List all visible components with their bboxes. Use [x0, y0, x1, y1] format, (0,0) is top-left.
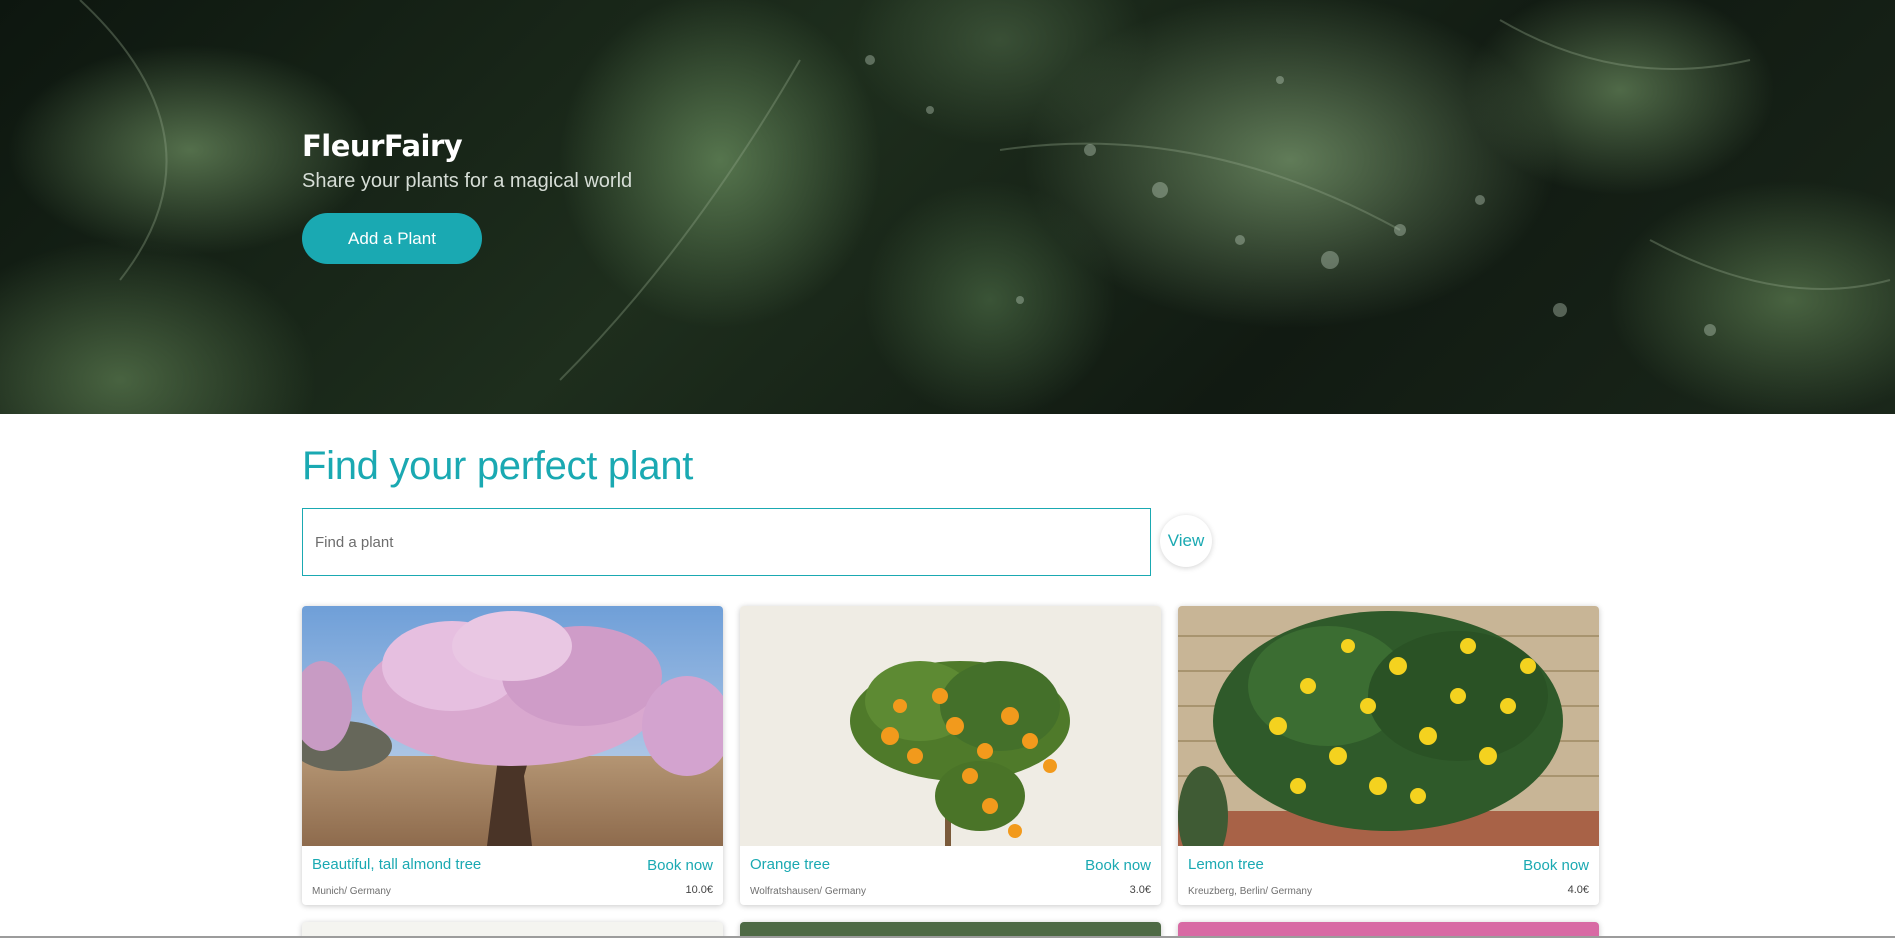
lemon-tree-image — [1178, 606, 1599, 846]
card-location: Munich/ Germany — [312, 886, 391, 897]
view-button[interactable]: View — [1160, 515, 1212, 567]
page-title: Find your perfect plant — [302, 444, 694, 488]
search-input[interactable] — [302, 508, 1151, 576]
card-price: 10.0€ — [685, 884, 713, 896]
orange-tree-image — [740, 606, 1161, 846]
almond-tree-image — [302, 606, 723, 846]
plant-card[interactable]: Beautiful, tall almond tree Book now Mun… — [302, 606, 723, 905]
hero-banner: FleurFairy Share your plants for a magic… — [0, 0, 1895, 414]
brand-tagline: Share your plants for a magical world — [302, 170, 633, 192]
add-plant-button[interactable]: Add a Plant — [302, 213, 482, 264]
card-location: Wolfratshausen/ Germany — [750, 886, 866, 897]
leaves-background — [79, 0, 1891, 381]
card-title[interactable]: Beautiful, tall almond tree — [312, 856, 481, 873]
book-now-link[interactable]: Book now — [647, 857, 713, 874]
plant-card[interactable]: Orange tree Book now Wolfratshausen/ Ger… — [740, 606, 1161, 905]
hero-content: FleurFairy Share your plants for a magic… — [302, 124, 633, 264]
card-price: 3.0€ — [1129, 884, 1151, 896]
card-location: Kreuzberg, Berlin/ Germany — [1188, 886, 1312, 897]
card-price: 4.0€ — [1567, 884, 1589, 896]
book-now-link[interactable]: Book now — [1085, 857, 1151, 874]
plant-card[interactable]: Lemon tree Book now Kreuzberg, Berlin/ G… — [1178, 606, 1599, 905]
card-title[interactable]: Lemon tree — [1188, 856, 1264, 873]
card-title[interactable]: Orange tree — [750, 856, 830, 873]
brand-title: FleurFairy — [302, 129, 463, 163]
book-now-link[interactable]: Book now — [1523, 857, 1589, 874]
